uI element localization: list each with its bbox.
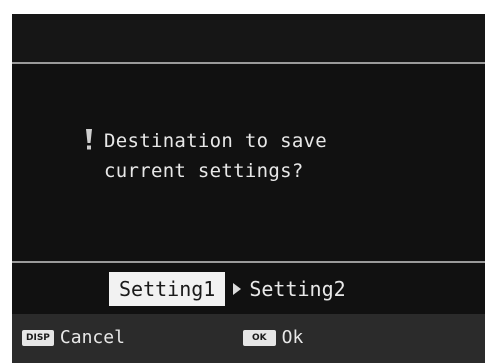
ok-button[interactable]: OK Ok	[243, 328, 303, 348]
option-setting1[interactable]: Setting1	[109, 272, 226, 306]
exclamation-icon	[84, 129, 94, 155]
right-arrow-icon	[233, 283, 242, 295]
footer-bar: DISP Cancel OK Ok	[12, 314, 485, 363]
ok-label: Ok	[281, 327, 304, 348]
message-line-1: Destination to save	[104, 130, 328, 152]
lcd-display: Destination to save current settings? Se…	[12, 14, 485, 363]
disp-key-icon: DISP	[22, 330, 54, 346]
title-band	[12, 14, 485, 62]
camera-screen: Destination to save current settings? Se…	[0, 0, 485, 363]
top-divider	[12, 62, 485, 64]
ok-key-icon: OK	[243, 330, 276, 346]
cancel-button[interactable]: DISP Cancel	[22, 328, 125, 348]
setting-selector[interactable]: Setting1 Setting2	[109, 272, 356, 306]
dialog-message: Destination to save current settings?	[84, 126, 327, 186]
bottom-divider	[12, 261, 485, 263]
message-text: Destination to save current settings?	[104, 126, 327, 186]
option-setting2[interactable]: Setting2	[245, 272, 355, 306]
cancel-label: Cancel	[59, 327, 125, 348]
message-line-2: current settings?	[104, 160, 304, 182]
